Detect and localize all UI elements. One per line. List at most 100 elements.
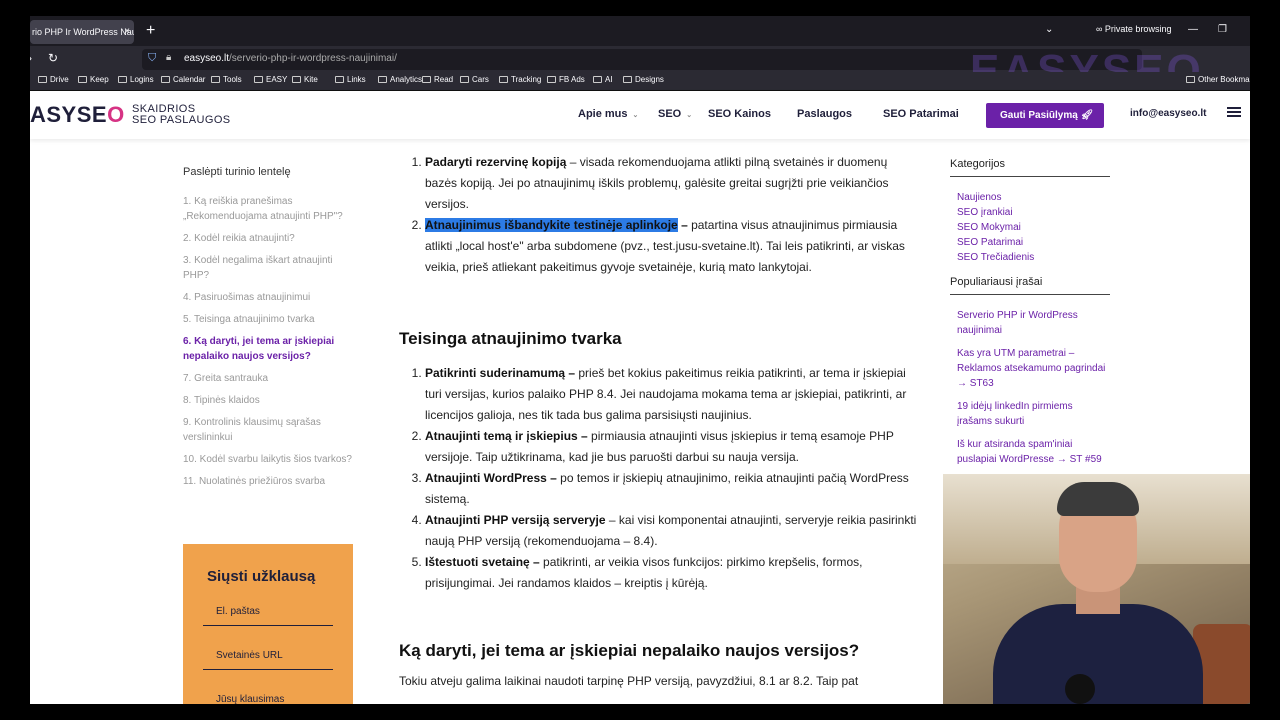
rocket-icon: 🚀︎: [1080, 110, 1094, 121]
paragraph: Tokiu atveju galima laikinai naudoti tar…: [399, 674, 859, 688]
chevron-down-icon: ⌄: [686, 112, 693, 119]
menu-seo-patarimai[interactable]: SEO Patarimai: [883, 108, 959, 120]
webcam-overlay: [943, 474, 1250, 704]
minimize-icon[interactable]: —: [1188, 24, 1198, 35]
new-tab-button[interactable]: +: [146, 22, 155, 40]
popular-post-link[interactable]: Serverio PHP ir WordPress naujinimai: [957, 308, 1107, 338]
bookmark-item[interactable]: Designs: [623, 75, 664, 84]
list-item-bold: Ištestuoti svetainę –: [425, 555, 540, 569]
maximize-icon[interactable]: ❐: [1218, 24, 1227, 35]
browser-tab[interactable]: rio PHP Ir WordPress Nau ×: [30, 20, 134, 44]
browser-tab-bar: rio PHP Ir WordPress Nau × + ∞ Private b…: [30, 16, 1250, 46]
bookmark-item[interactable]: Tracking: [499, 75, 541, 84]
bookmark-item[interactable]: AI: [593, 75, 613, 84]
private-label: Private browsing: [1104, 24, 1172, 34]
menu-label: SEO: [658, 108, 682, 120]
bookmark-item[interactable]: Logins: [118, 75, 154, 84]
tab-list-icon[interactable]: ⌄: [1045, 24, 1053, 35]
toc-item[interactable]: 1. Ką reiškia pranešimas „Rekomenduojama…: [183, 194, 353, 224]
order-section: Teisinga atnaujinimo tvarka Patikrinti s…: [399, 314, 919, 594]
popular-post-link[interactable]: Kas yra UTM parametrai – Reklamos atseka…: [957, 346, 1107, 391]
logo-o: O: [107, 102, 125, 127]
other-bookmarks-label: Other Bookmar: [1198, 75, 1250, 84]
lock-icon[interactable]: 🔒︎: [166, 52, 171, 63]
category-link[interactable]: SEO Trečiadienis: [957, 250, 1107, 265]
bookmark-item[interactable]: EASY: [254, 75, 287, 84]
url-path: /serverio-php-ir-wordpress-naujinimai/: [229, 53, 397, 64]
url-text[interactable]: easyseo.lt/serverio-php-ir-wordpress-nau…: [184, 53, 397, 64]
menu-apie-mus[interactable]: Apie mus ⌄: [578, 108, 638, 120]
logo-tagline-2: SEO PASLAUGOS: [132, 114, 231, 126]
list-item-bold: Atnaujinti temą ir įskiepius –: [425, 429, 588, 443]
toc-item[interactable]: 6. Ką daryti, jei tema ar įskiepiai nepa…: [183, 334, 353, 364]
bookmark-item[interactable]: Kite: [292, 75, 318, 84]
toc-item[interactable]: 8. Tipinės klaidos: [183, 393, 353, 408]
menu-seo[interactable]: SEO ⌄: [658, 108, 692, 120]
browser-nav-bar: › ↻ ⛉ 🔒︎ easyseo.lt/serverio-php-ir-word…: [30, 46, 1250, 95]
toc-item[interactable]: 7. Greita santrauka: [183, 371, 353, 386]
list-item-bold: Patikrinti suderinamumą –: [425, 366, 576, 380]
tab-title: rio PHP Ir WordPress Nau: [32, 27, 134, 37]
bookmark-item[interactable]: Drive: [38, 75, 69, 84]
close-tab-icon[interactable]: ×: [124, 20, 130, 44]
table-of-contents: 1. Ką reiškia pranešimas „Rekomenduojama…: [183, 194, 353, 496]
bookmark-label: Logins: [130, 75, 154, 84]
list-item: Atnaujinti PHP versiją serveryje – kai v…: [425, 510, 919, 552]
popular-post-link[interactable]: 19 idėjų linkedIn pirmiems įrašams sukur…: [957, 399, 1107, 429]
bookmark-icon: [292, 76, 301, 83]
bookmark-icon: [78, 76, 87, 83]
bookmark-icon: [499, 76, 508, 83]
email-field[interactable]: El. paštas: [203, 606, 333, 626]
logo-text: ASYSE: [30, 102, 108, 127]
list-item-bold: Padaryti rezervinę kopiją: [425, 155, 567, 169]
popular-post-link[interactable]: Iš kur atsiranda spam'iniai puslapiai Wo…: [957, 437, 1107, 467]
toc-item[interactable]: 2. Kodėl reikia atnaujinti?: [183, 231, 353, 246]
get-offer-button[interactable]: Gauti Pasiūlymą 🚀︎: [986, 103, 1104, 128]
forward-icon[interactable]: ›: [30, 51, 32, 65]
category-link[interactable]: SEO Mokymai: [957, 220, 1107, 235]
mask-icon: ∞: [1096, 24, 1105, 34]
email-link[interactable]: info@easyseo.lt: [1130, 108, 1206, 119]
list-item-bold: Atnaujinti PHP versiją serveryje: [425, 513, 606, 527]
hamburger-menu-icon[interactable]: [1227, 107, 1241, 119]
menu-seo-kainos[interactable]: SEO Kainos: [708, 108, 771, 120]
site-header: ASYSEO SKAIDRIOS SEO PASLAUGOS Apie mus ⌄…: [30, 91, 1250, 139]
bookmark-icon: [118, 76, 127, 83]
category-link[interactable]: SEO Patarimai: [957, 235, 1107, 250]
question-field[interactable]: Jūsų klausimas: [203, 694, 333, 704]
bookmark-item[interactable]: Links: [335, 75, 366, 84]
shield-icon[interactable]: ⛉: [148, 52, 156, 65]
bookmark-icon: [211, 76, 220, 83]
reload-icon[interactable]: ↻: [48, 51, 58, 65]
bookmark-item[interactable]: FB Ads: [547, 75, 585, 84]
bookmark-item[interactable]: Calendar: [161, 75, 205, 84]
bookmark-item[interactable]: Analytics: [378, 75, 422, 84]
bookmark-label: Analytics: [390, 75, 423, 84]
bookmark-icon: [254, 76, 263, 83]
bookmark-item[interactable]: Cars: [460, 75, 489, 84]
category-link[interactable]: Naujienos: [957, 190, 1107, 205]
bookmark-label: AI: [605, 75, 613, 84]
popular-posts-heading: Populiariausi įrašai: [950, 276, 1110, 295]
order-list: Patikrinti suderinamumą – prieš bet koki…: [399, 363, 919, 594]
toc-item[interactable]: 3. Kodėl negalima iškart atnaujinti PHP?: [183, 253, 353, 283]
toc-item[interactable]: 10. Kodėl svarbu laikytis šios tvarkos?: [183, 452, 353, 467]
toc-item[interactable]: 9. Kontrolinis klausimų sąrašas verslini…: [183, 415, 353, 445]
toc-item[interactable]: 5. Teisinga atnaujinimo tvarka: [183, 312, 353, 327]
heading-order: Teisinga atnaujinimo tvarka: [399, 329, 622, 348]
site-logo[interactable]: ASYSEO: [30, 102, 125, 128]
menu-paslaugos[interactable]: Paslaugos: [797, 108, 852, 120]
bookmark-item[interactable]: Read: [422, 75, 453, 84]
chevron-down-icon: ⌄: [632, 112, 639, 119]
toc-item[interactable]: 4. Pasiruošimas atnaujinimui: [183, 290, 353, 305]
other-bookmarks[interactable]: Other Bookmar: [1186, 75, 1250, 84]
folder-icon: [1186, 76, 1195, 83]
website-url-field[interactable]: Svetainės URL: [203, 650, 333, 670]
logo-tagline: SKAIDRIOS SEO PASLAUGOS: [132, 104, 231, 126]
bookmark-item[interactable]: Keep: [78, 75, 109, 84]
category-link[interactable]: SEO įrankiai: [957, 205, 1107, 220]
bookmark-item[interactable]: Tools: [211, 75, 242, 84]
toc-item[interactable]: 11. Nuolatinės priežiūros svarba: [183, 474, 353, 489]
bookmark-icon: [335, 76, 344, 83]
toc-toggle[interactable]: Paslėpti turinio lentelę: [183, 166, 291, 178]
